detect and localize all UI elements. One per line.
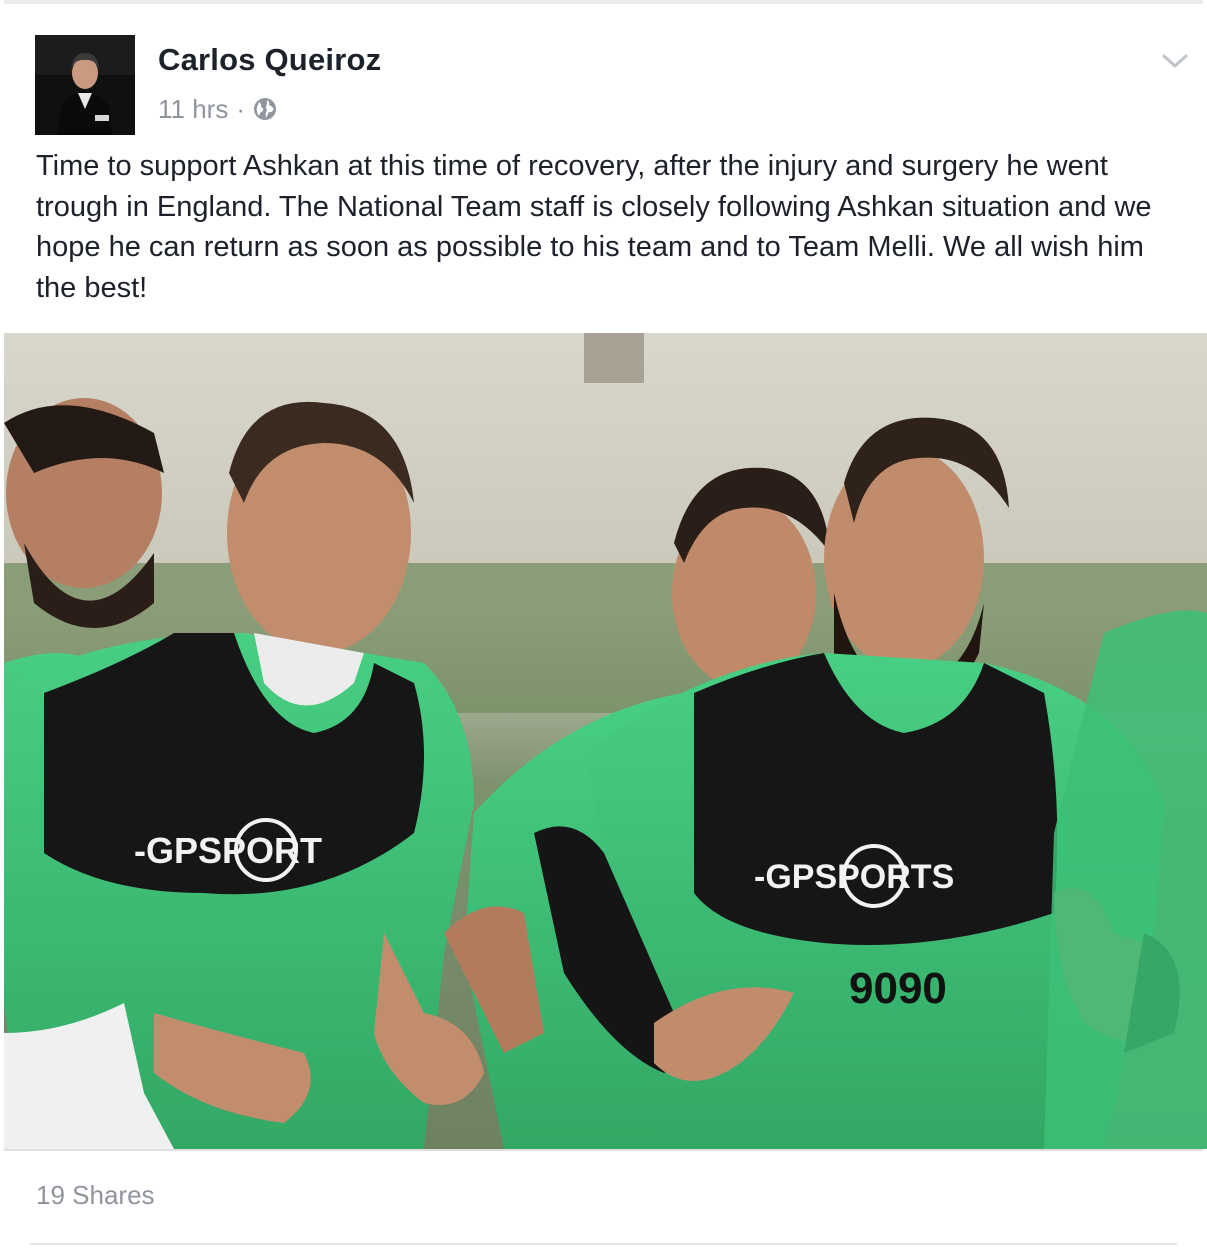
avatar-photo [35,35,135,135]
globe-icon [253,97,277,121]
facebook-post: Carlos Queiroz 11 hrs · Time to support … [0,0,1207,1248]
author-avatar[interactable] [35,35,135,135]
bib-right-text: -GPSPORTS [754,858,954,896]
sponsor-text: 9090 [849,964,947,1013]
shares-count-link[interactable]: 19 Shares [36,1180,155,1211]
post-meta: 11 hrs · [158,92,277,126]
bottom-divider [30,1243,1177,1245]
post-top-border [4,0,1203,4]
shirt-number-text: 21 [884,755,955,827]
post-photo[interactable]: -GPSPORT 21 -GPSPORTS 9090 [4,333,1207,1149]
team-training-photo: -GPSPORT 21 -GPSPORTS 9090 [4,333,1207,1149]
post-text: Time to support Ashkan at this time of r… [36,150,1152,304]
post-timestamp[interactable]: 11 hrs [158,94,228,125]
author-name[interactable]: Carlos Queiroz [158,42,381,78]
meta-separator: · [236,93,246,124]
chevron-down-icon[interactable] [1160,50,1190,72]
footer-divider [4,1149,1203,1151]
